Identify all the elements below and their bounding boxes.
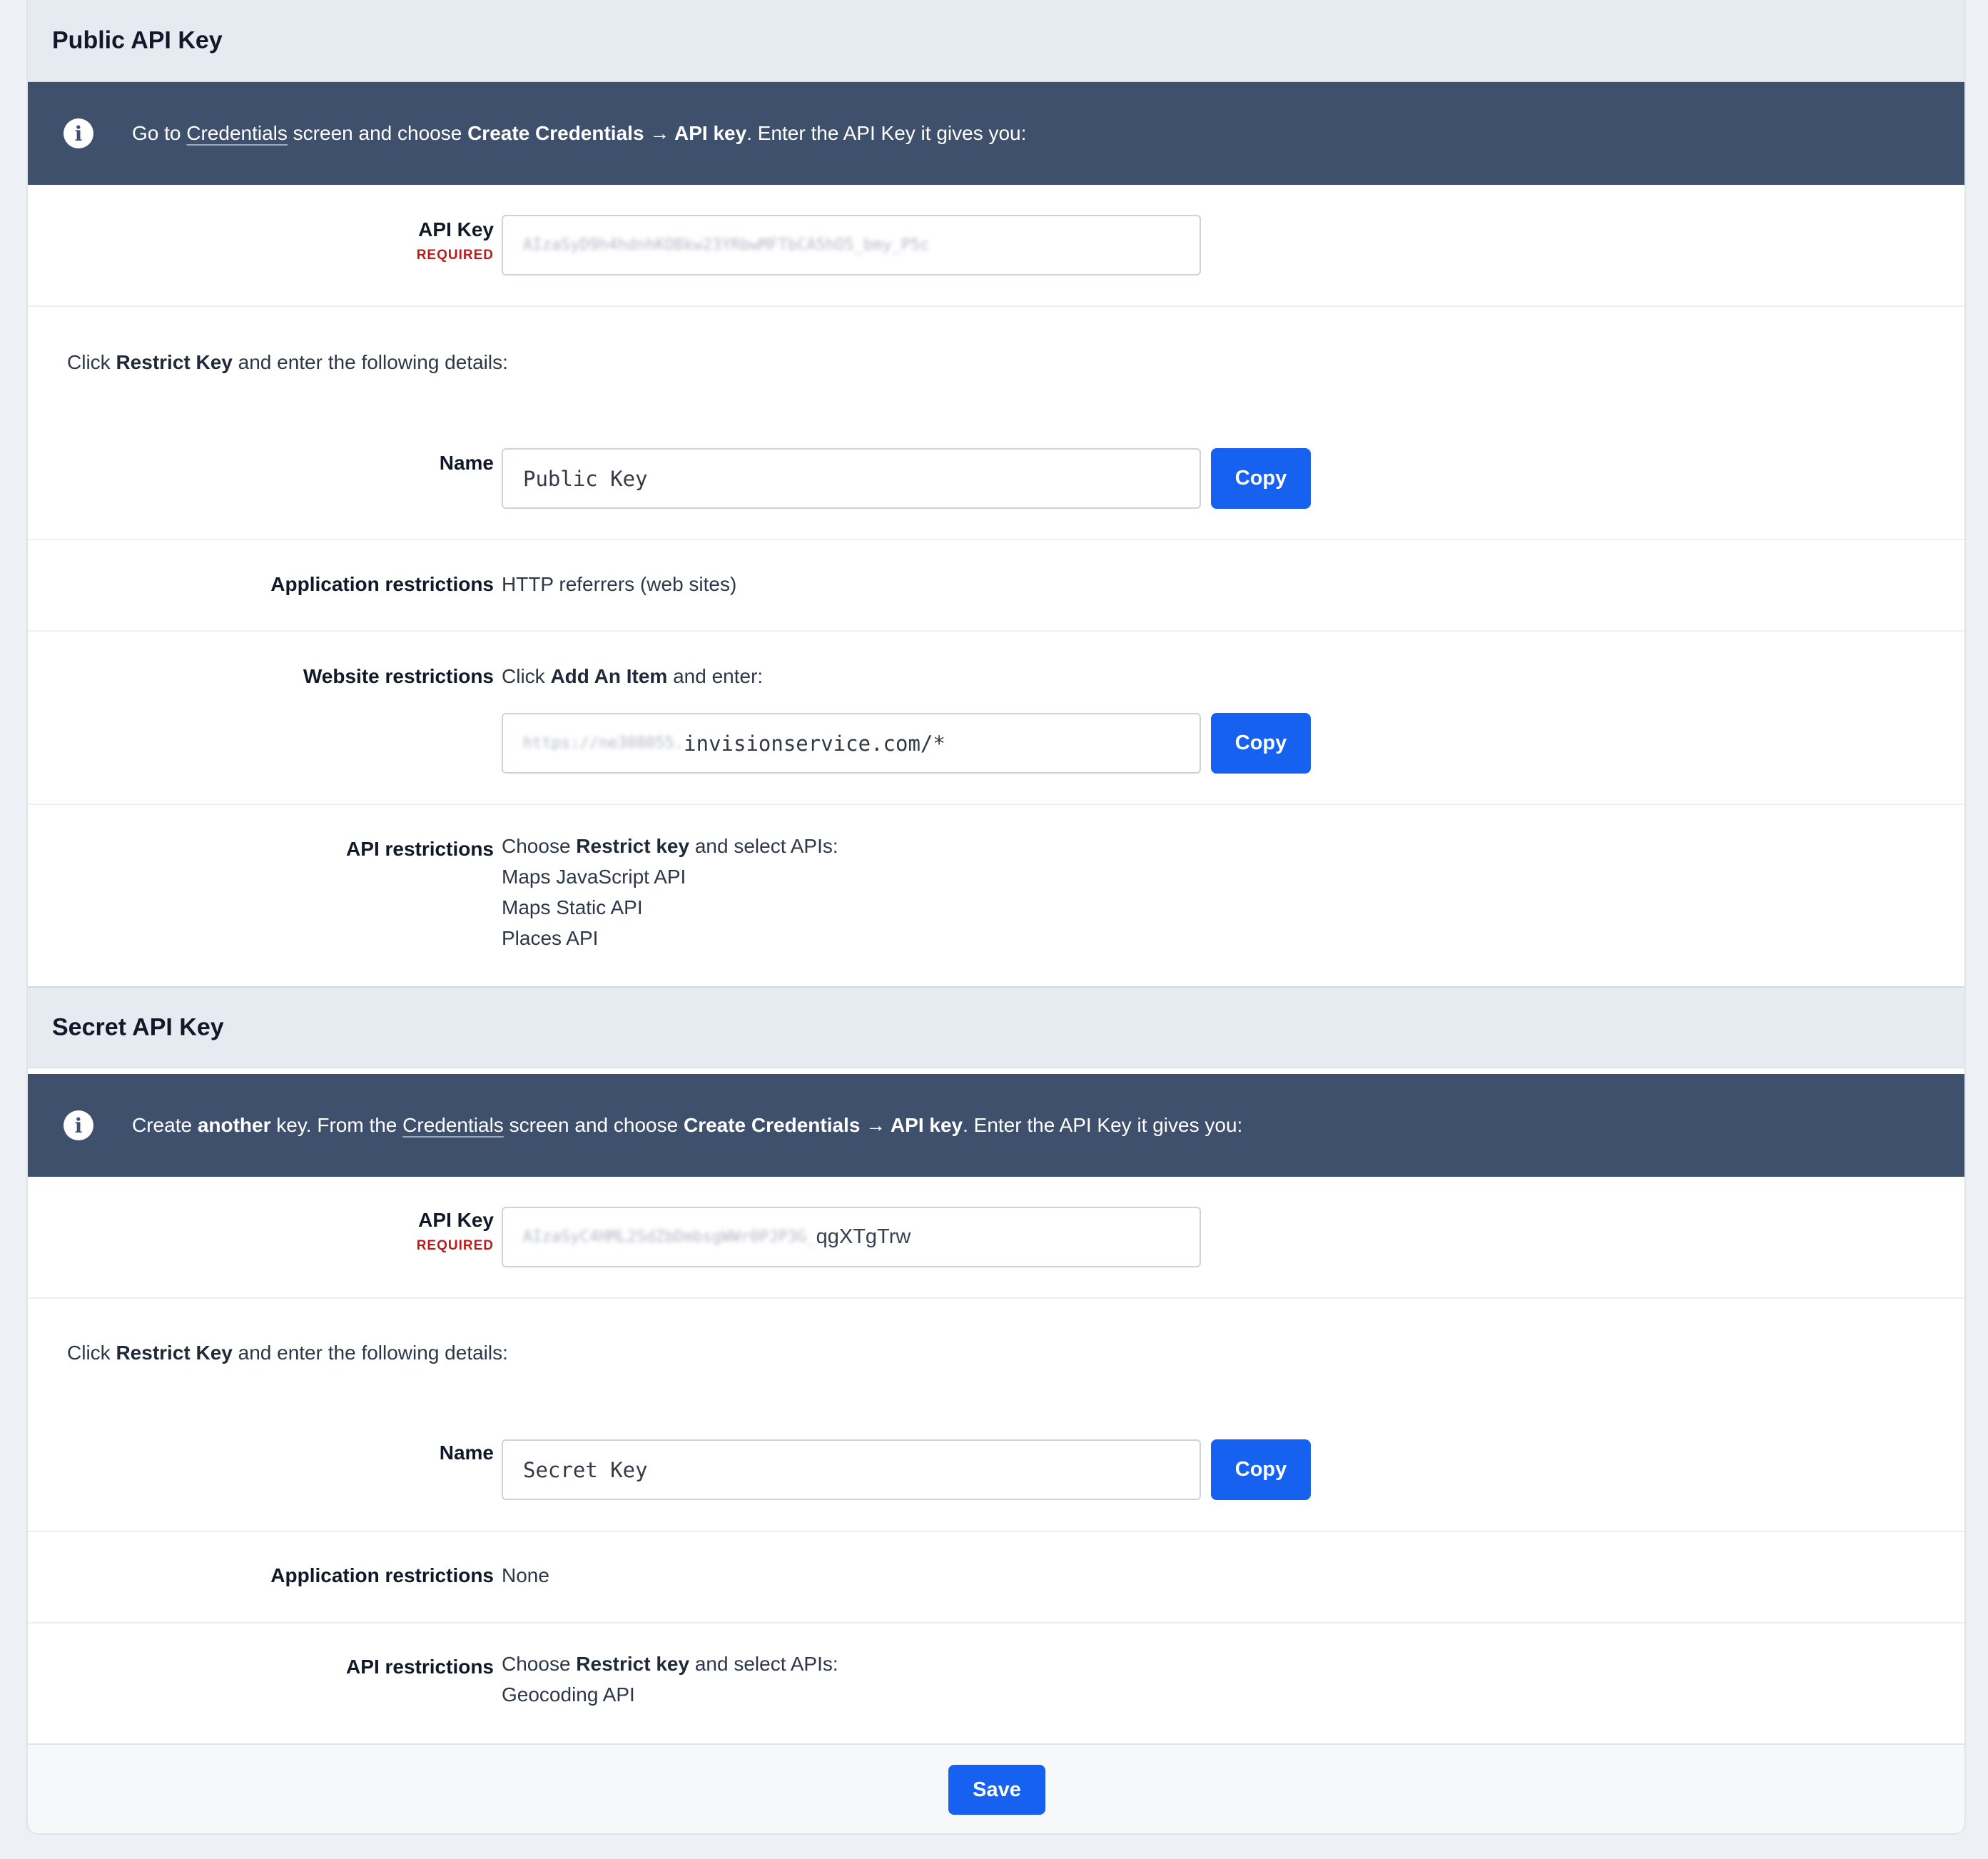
api-keys-panel: Public API Key i Go to Credentials scree… [26, 0, 1966, 1835]
api-restrictions-instruction: Choose Restrict key and select APIs: [502, 835, 838, 857]
name-label: Name [439, 452, 494, 474]
public-api-key-input[interactable]: AIzaSyD9h4hdnhKOBkw23YRbwMFTbCA5hO5_bmy_… [502, 215, 1201, 275]
copy-secret-name-button[interactable]: Copy [1211, 1439, 1311, 1500]
key-visible-suffix: qgXTgTrw [816, 1225, 911, 1248]
api-restrictions-label: API restrictions [346, 838, 494, 860]
api-restrictions-label: API restrictions [346, 1656, 494, 1678]
public-info-text: Go to Credentials screen and choose Crea… [132, 122, 1027, 144]
required-badge: REQUIRED [416, 1238, 494, 1253]
name-label: Name [439, 1442, 494, 1464]
api-list-item: Places API [502, 927, 599, 949]
masked-url-prefix: https://ne308055. [523, 734, 684, 752]
api-list-item: Maps JavaScript API [502, 866, 686, 888]
app-restrictions-value: HTTP referrers (web sites) [502, 573, 737, 595]
public-app-restrictions-row: Application restrictions HTTP referrers … [28, 540, 1964, 632]
secret-section-header: Secret API Key [28, 986, 1964, 1068]
public-restrict-note-row: Click Restrict Key and enter the followi… [28, 307, 1964, 421]
api-list-item: Maps Static API [502, 896, 643, 918]
public-name-row: Name Public Key Copy [28, 421, 1964, 540]
secret-info-banner: i Create another key. From the Credentia… [28, 1074, 1964, 1177]
save-button[interactable]: Save [948, 1765, 1045, 1815]
public-api-restrictions-row: API restrictions Choose Restrict key and… [28, 805, 1964, 986]
api-key-label: API Key [418, 1209, 494, 1231]
website-restrictions-label: Website restrictions [303, 665, 494, 687]
public-api-restrictions-value: Choose Restrict key and select APIs: Map… [502, 831, 838, 953]
secret-api-restrictions-value: Choose Restrict key and select APIs: Geo… [502, 1648, 838, 1710]
website-restrictions-row: Website restrictions Click Add An Item a… [28, 632, 1964, 805]
website-restriction-input[interactable]: https://ne308055. invisionservice.com/* [502, 713, 1201, 774]
secret-api-restrictions-row: API restrictions Choose Restrict key and… [28, 1624, 1964, 1743]
credentials-link[interactable]: Credentials [186, 122, 288, 144]
app-restrictions-label: Application restrictions [270, 1564, 494, 1586]
public-name-input[interactable]: Public Key [502, 448, 1201, 509]
secret-section-title: Secret API Key [52, 1013, 224, 1041]
restrict-note: Click Restrict Key and enter the followi… [67, 351, 508, 373]
secret-info-text: Create another key. From the Credentials… [132, 1114, 1243, 1136]
secret-api-key-row: API Key REQUIRED AIzaSyC4HML2SdZbDmbsgWW… [28, 1177, 1964, 1299]
public-section-header: Public API Key [28, 0, 1964, 82]
public-info-banner: i Go to Credentials screen and choose Cr… [28, 82, 1964, 185]
form-footer: Save [28, 1743, 1964, 1833]
app-restrictions-label: Application restrictions [270, 573, 494, 595]
secret-restrict-note-row: Click Restrict Key and enter the followi… [28, 1299, 1964, 1413]
secret-name-row: Name Secret Key Copy [28, 1413, 1964, 1532]
credentials-link[interactable]: Credentials [402, 1114, 504, 1136]
secret-api-key-input[interactable]: AIzaSyC4HML2SdZbDmbsgWWr0PJP3G_ qgXTgTrw [502, 1207, 1201, 1267]
restrict-note: Click Restrict Key and enter the followi… [67, 1342, 508, 1364]
copy-website-restriction-button[interactable]: Copy [1211, 713, 1311, 774]
masked-key-text: AIzaSyD9h4hdnhKOBkw23YRbwMFTbCA5hO5_bmy_… [523, 236, 930, 254]
info-icon: i [64, 118, 93, 148]
copy-public-name-button[interactable]: Copy [1211, 448, 1311, 509]
info-icon: i [64, 1110, 93, 1140]
url-domain-text: invisionservice.com/* [684, 731, 945, 756]
masked-key-text: AIzaSyC4HML2SdZbDmbsgWWr0PJP3G_ [523, 1228, 816, 1246]
api-key-label: API Key [418, 218, 494, 240]
app-restrictions-value: None [502, 1564, 549, 1586]
secret-name-input[interactable]: Secret Key [502, 1439, 1201, 1500]
api-restrictions-instruction: Choose Restrict key and select APIs: [502, 1653, 838, 1675]
api-list-item: Geocoding API [502, 1683, 635, 1706]
secret-app-restrictions-row: Application restrictions None [28, 1532, 1964, 1624]
website-restrictions-instruction: Click Add An Item and enter: [502, 665, 764, 687]
left-rail [0, 0, 27, 1035]
public-api-key-row: API Key REQUIRED AIzaSyD9h4hdnhKOBkw23YR… [28, 185, 1964, 307]
required-badge: REQUIRED [416, 248, 494, 263]
public-section-title: Public API Key [52, 26, 223, 54]
